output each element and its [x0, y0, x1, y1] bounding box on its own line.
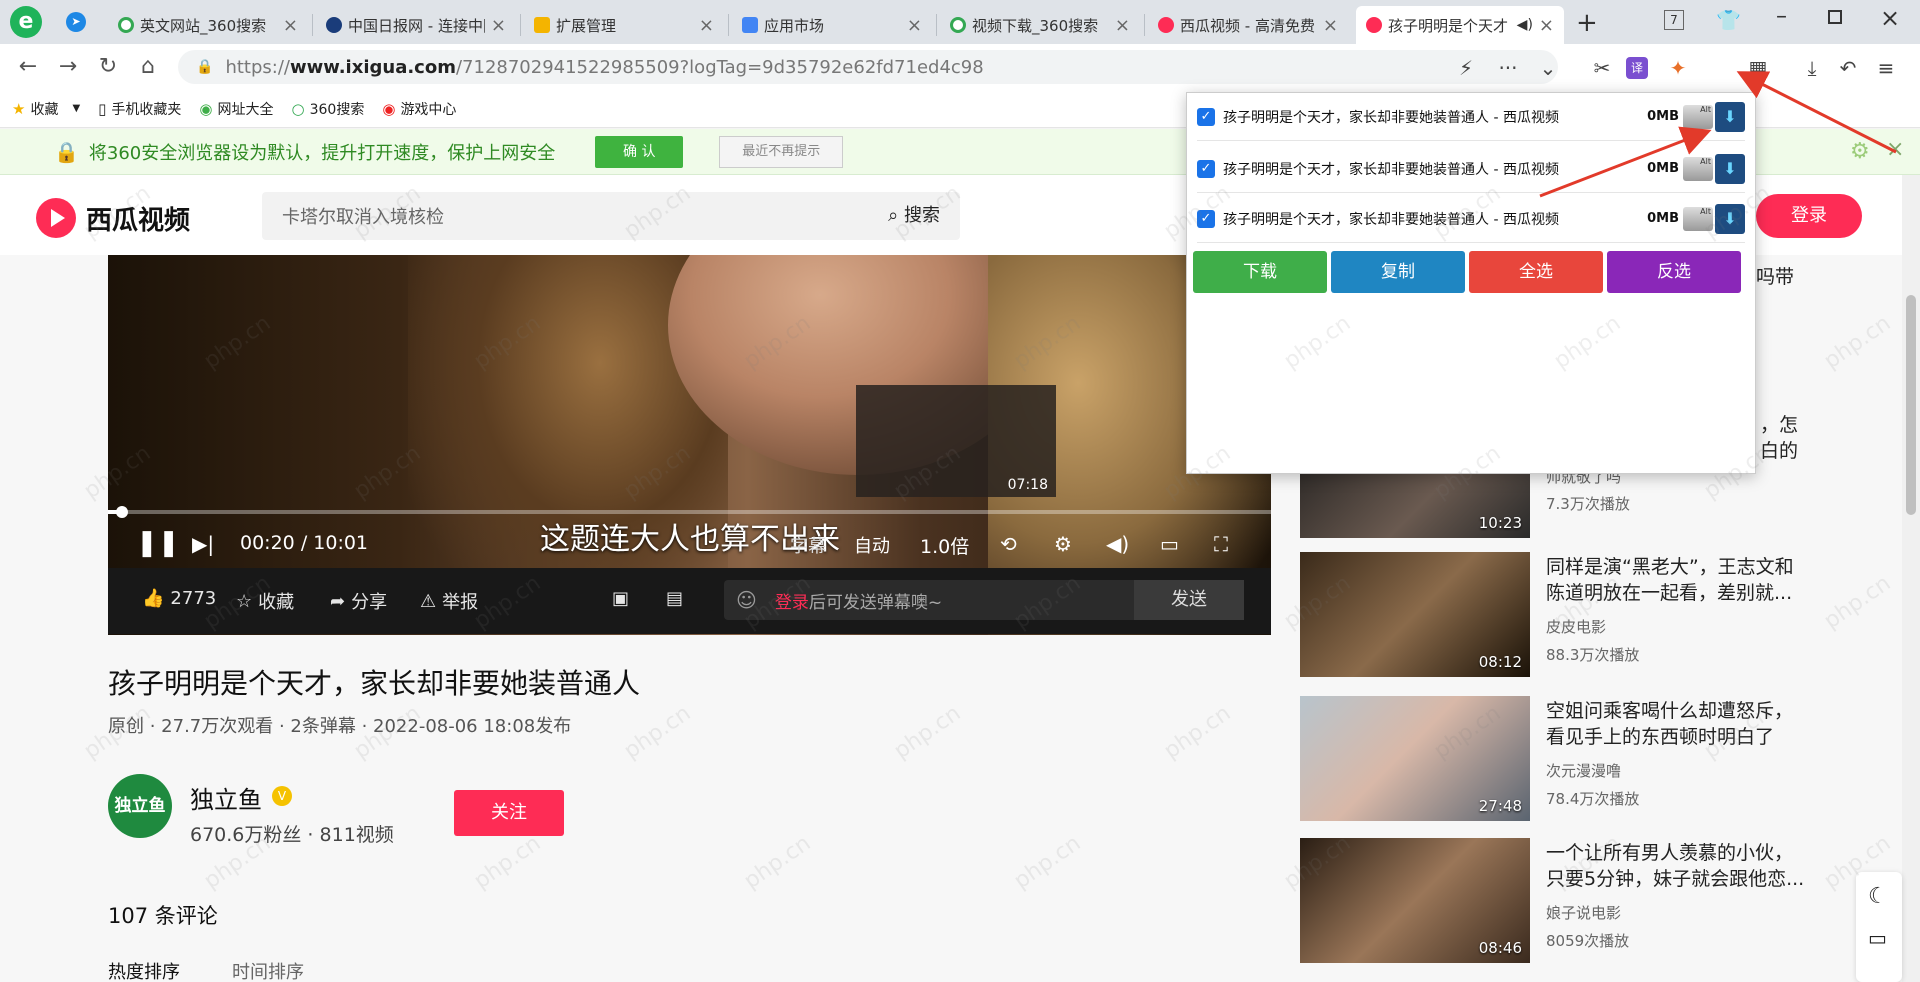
annotation-arrow-extension [1736, 71, 1897, 154]
annotation-arrow-download [1539, 126, 1712, 198]
browser-window: e ➤ 英文网站_360搜索 × 中国日报网 - 连接中国 × 扩展管理 × 应… [0, 0, 1920, 982]
annotation-arrows [1539, 71, 1897, 198]
